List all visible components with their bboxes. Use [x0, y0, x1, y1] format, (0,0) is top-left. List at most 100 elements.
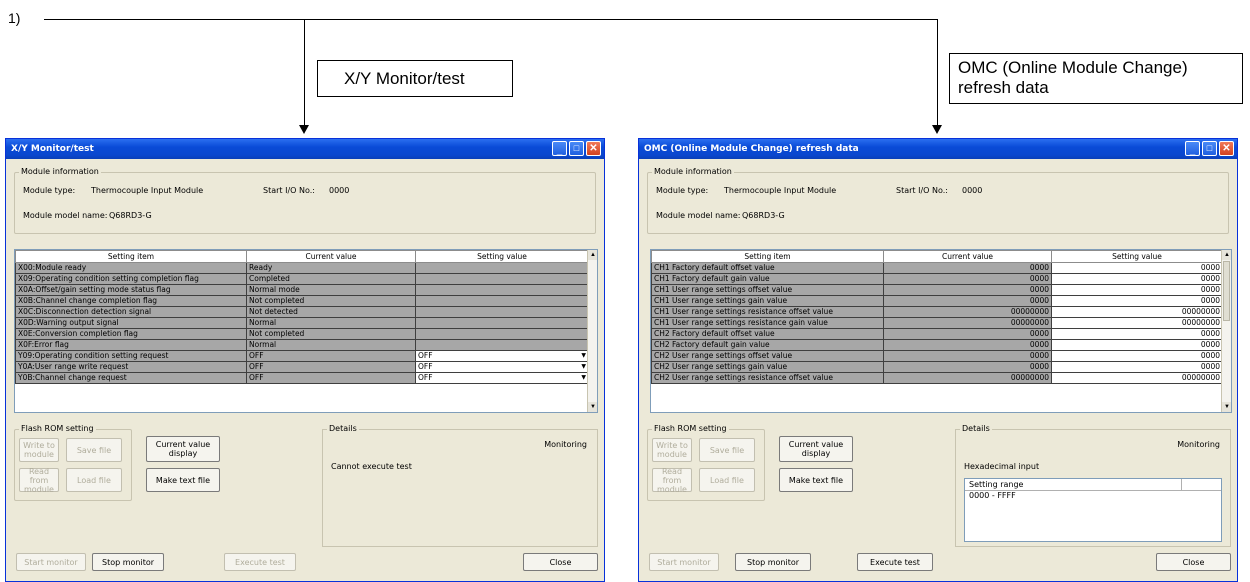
- current-value-cell: Not completed: [246, 328, 416, 340]
- table-row[interactable]: X09:Operating condition setting completi…: [15, 273, 589, 285]
- table-row[interactable]: X0B:Channel change completion flag Not co…: [15, 295, 589, 307]
- close-icon[interactable]: ✕: [586, 141, 601, 156]
- setting-value-cell[interactable]: 0000: [1051, 339, 1223, 351]
- xy-close-button[interactable]: Close: [523, 553, 598, 571]
- setting-value-cell[interactable]: 00000000: [1051, 317, 1223, 329]
- setting-value-cell[interactable]: 0000: [1051, 328, 1223, 340]
- table-row[interactable]: X0E:Conversion completion flag Not comple…: [15, 328, 589, 340]
- callout-left-drop-line: [304, 19, 305, 126]
- current-value-cell: 0000: [883, 328, 1052, 340]
- maximize-icon[interactable]: □: [1202, 141, 1217, 156]
- omc-read-from-module-button[interactable]: Read from module: [652, 467, 692, 494]
- setting-value-cell[interactable]: 0000: [1051, 295, 1223, 307]
- setting-item-cell: CH2 Factory default offset value: [651, 328, 884, 340]
- setting-item-cell: CH2 User range settings offset value: [651, 350, 884, 362]
- omc-start-monitor-button[interactable]: Start monitor: [649, 553, 719, 571]
- current-value-cell: Completed: [246, 273, 416, 285]
- setting-value-select[interactable]: OFF: [418, 374, 433, 383]
- setting-item-cell: X0E:Conversion completion flag: [15, 328, 247, 340]
- setting-value-cell[interactable]: 00000000: [1051, 372, 1223, 384]
- setting-value-cell[interactable]: OFF ▼: [415, 361, 589, 373]
- omc-stop-monitor-button[interactable]: Stop monitor: [735, 553, 811, 571]
- table-row[interactable]: CH2 Factory default offset value 0000 0000: [651, 328, 1223, 340]
- omc-close-button[interactable]: Close: [1156, 553, 1231, 571]
- xy-stop-monitor-button[interactable]: Stop monitor: [92, 553, 164, 571]
- setting-item-cell: CH2 Factory default gain value: [651, 339, 884, 351]
- table-row[interactable]: CH2 User range settings resistance offse…: [651, 372, 1223, 384]
- table-row[interactable]: Y09:Operating condition setting request O…: [15, 350, 589, 362]
- xy-make-text-file-button[interactable]: Make text file: [146, 468, 220, 492]
- table-row[interactable]: X0F:Error flag Normal: [15, 339, 589, 351]
- setting-value-cell: [415, 317, 589, 329]
- table-row[interactable]: Y0B:Channel change request OFF OFF ▼: [15, 372, 589, 384]
- dropdown-arrow-icon[interactable]: ▼: [581, 374, 586, 383]
- xy-table-scrollbar[interactable]: ▲ ▼: [587, 250, 597, 412]
- setting-value-cell[interactable]: 0000: [1051, 262, 1223, 274]
- xy-start-monitor-button[interactable]: Start monitor: [16, 553, 86, 571]
- omc-save-file-button[interactable]: Save file: [699, 438, 755, 462]
- omc-make-text-file-button[interactable]: Make text file: [779, 468, 853, 492]
- scroll-thumb[interactable]: [1223, 261, 1230, 321]
- omc-table-scrollbar[interactable]: ▲ ▼: [1221, 250, 1231, 412]
- table-row[interactable]: Y0A:User range write request OFF OFF ▼: [15, 361, 589, 373]
- setting-value-cell[interactable]: OFF ▼: [415, 350, 589, 362]
- table-row[interactable]: CH1 User range settings resistance offse…: [651, 306, 1223, 318]
- scroll-down-icon[interactable]: ▼: [1222, 402, 1231, 412]
- table-row[interactable]: X0D:Warning output signal Normal: [15, 317, 589, 329]
- setting-value-cell: [415, 328, 589, 340]
- setting-item-cell: X09:Operating condition setting completi…: [15, 273, 247, 285]
- maximize-icon[interactable]: □: [569, 141, 584, 156]
- scroll-down-icon[interactable]: ▼: [588, 402, 597, 412]
- close-icon[interactable]: ✕: [1219, 141, 1234, 156]
- omc-write-to-module-button[interactable]: Write to module: [652, 438, 692, 462]
- table-row[interactable]: CH1 User range settings gain value 0000 00…: [651, 295, 1223, 307]
- xy-save-file-button[interactable]: Save file: [66, 438, 122, 462]
- scroll-up-icon[interactable]: ▲: [1222, 250, 1231, 260]
- setting-value-cell[interactable]: 0000: [1051, 273, 1223, 285]
- table-row[interactable]: CH2 Factory default gain value 0000 0000: [651, 339, 1223, 351]
- xy-module-info-group: Module information Module type: Thermoco…: [14, 167, 596, 234]
- omc-load-file-button[interactable]: Load file: [699, 468, 755, 492]
- table-row[interactable]: CH1 User range settings offset value 0000…: [651, 284, 1223, 296]
- xy-execute-test-button[interactable]: Execute test: [224, 553, 296, 571]
- current-value-cell: 00000000: [883, 317, 1052, 329]
- minimize-icon[interactable]: _: [1185, 141, 1200, 156]
- setting-value-cell[interactable]: 0000: [1051, 350, 1223, 362]
- xy-window-title: X/Y Monitor/test: [11, 144, 94, 154]
- omc-execute-test-button[interactable]: Execute test: [857, 553, 933, 571]
- table-row[interactable]: CH1 Factory default gain value 0000 0000: [651, 273, 1223, 285]
- omc-hex-input-label: Hexadecimal input: [964, 462, 1040, 471]
- current-value-cell: OFF: [246, 361, 416, 373]
- table-row[interactable]: X00:Module ready Ready: [15, 262, 589, 274]
- setting-value-cell[interactable]: 0000: [1051, 361, 1223, 373]
- setting-value-select[interactable]: OFF: [418, 352, 433, 361]
- scroll-up-icon[interactable]: ▲: [588, 250, 597, 260]
- setting-item-cell: Y0A:User range write request: [15, 361, 247, 373]
- callout-right-drop-line: [937, 19, 938, 126]
- setting-value-cell[interactable]: 00000000: [1051, 306, 1223, 318]
- omc-current-value-display-button[interactable]: Current value display: [779, 436, 853, 462]
- setting-item-cell: X00:Module ready: [15, 262, 247, 274]
- minimize-icon[interactable]: _: [552, 141, 567, 156]
- dropdown-arrow-icon[interactable]: ▼: [581, 352, 586, 361]
- column-header-setting-item: Setting item: [651, 250, 884, 263]
- table-row[interactable]: X0A:Offset/gain setting mode status flag…: [15, 284, 589, 296]
- dropdown-arrow-icon[interactable]: ▼: [581, 363, 586, 372]
- column-header-setting-item: Setting item: [15, 250, 247, 263]
- xy-write-to-module-button[interactable]: Write to module: [19, 438, 59, 462]
- setting-value-cell[interactable]: 0000: [1051, 284, 1223, 296]
- table-row[interactable]: X0C:Disconnection detection signal Not de…: [15, 306, 589, 318]
- xy-current-value-display-button[interactable]: Current value display: [146, 436, 220, 462]
- setting-value-cell[interactable]: OFF ▼: [415, 372, 589, 384]
- table-row[interactable]: CH1 Factory default offset value 0000 0000: [651, 262, 1223, 274]
- setting-item-cell: X0B:Channel change completion flag: [15, 295, 247, 307]
- xy-details-panel: Details Monitoring Cannot execute test: [322, 424, 598, 547]
- table-row[interactable]: CH2 User range settings gain value 0000 00…: [651, 361, 1223, 373]
- xy-monitor-window: X/Y Monitor/test _ □ ✕ Module informatio…: [5, 138, 605, 582]
- table-row[interactable]: CH1 User range settings resistance gain …: [651, 317, 1223, 329]
- xy-read-from-module-button[interactable]: Read from module: [19, 467, 59, 494]
- omc-module-info-group: Module information Module type: Thermoco…: [647, 167, 1229, 234]
- xy-load-file-button[interactable]: Load file: [66, 468, 122, 492]
- setting-value-select[interactable]: OFF: [418, 363, 433, 372]
- table-row[interactable]: CH2 User range settings offset value 0000…: [651, 350, 1223, 362]
